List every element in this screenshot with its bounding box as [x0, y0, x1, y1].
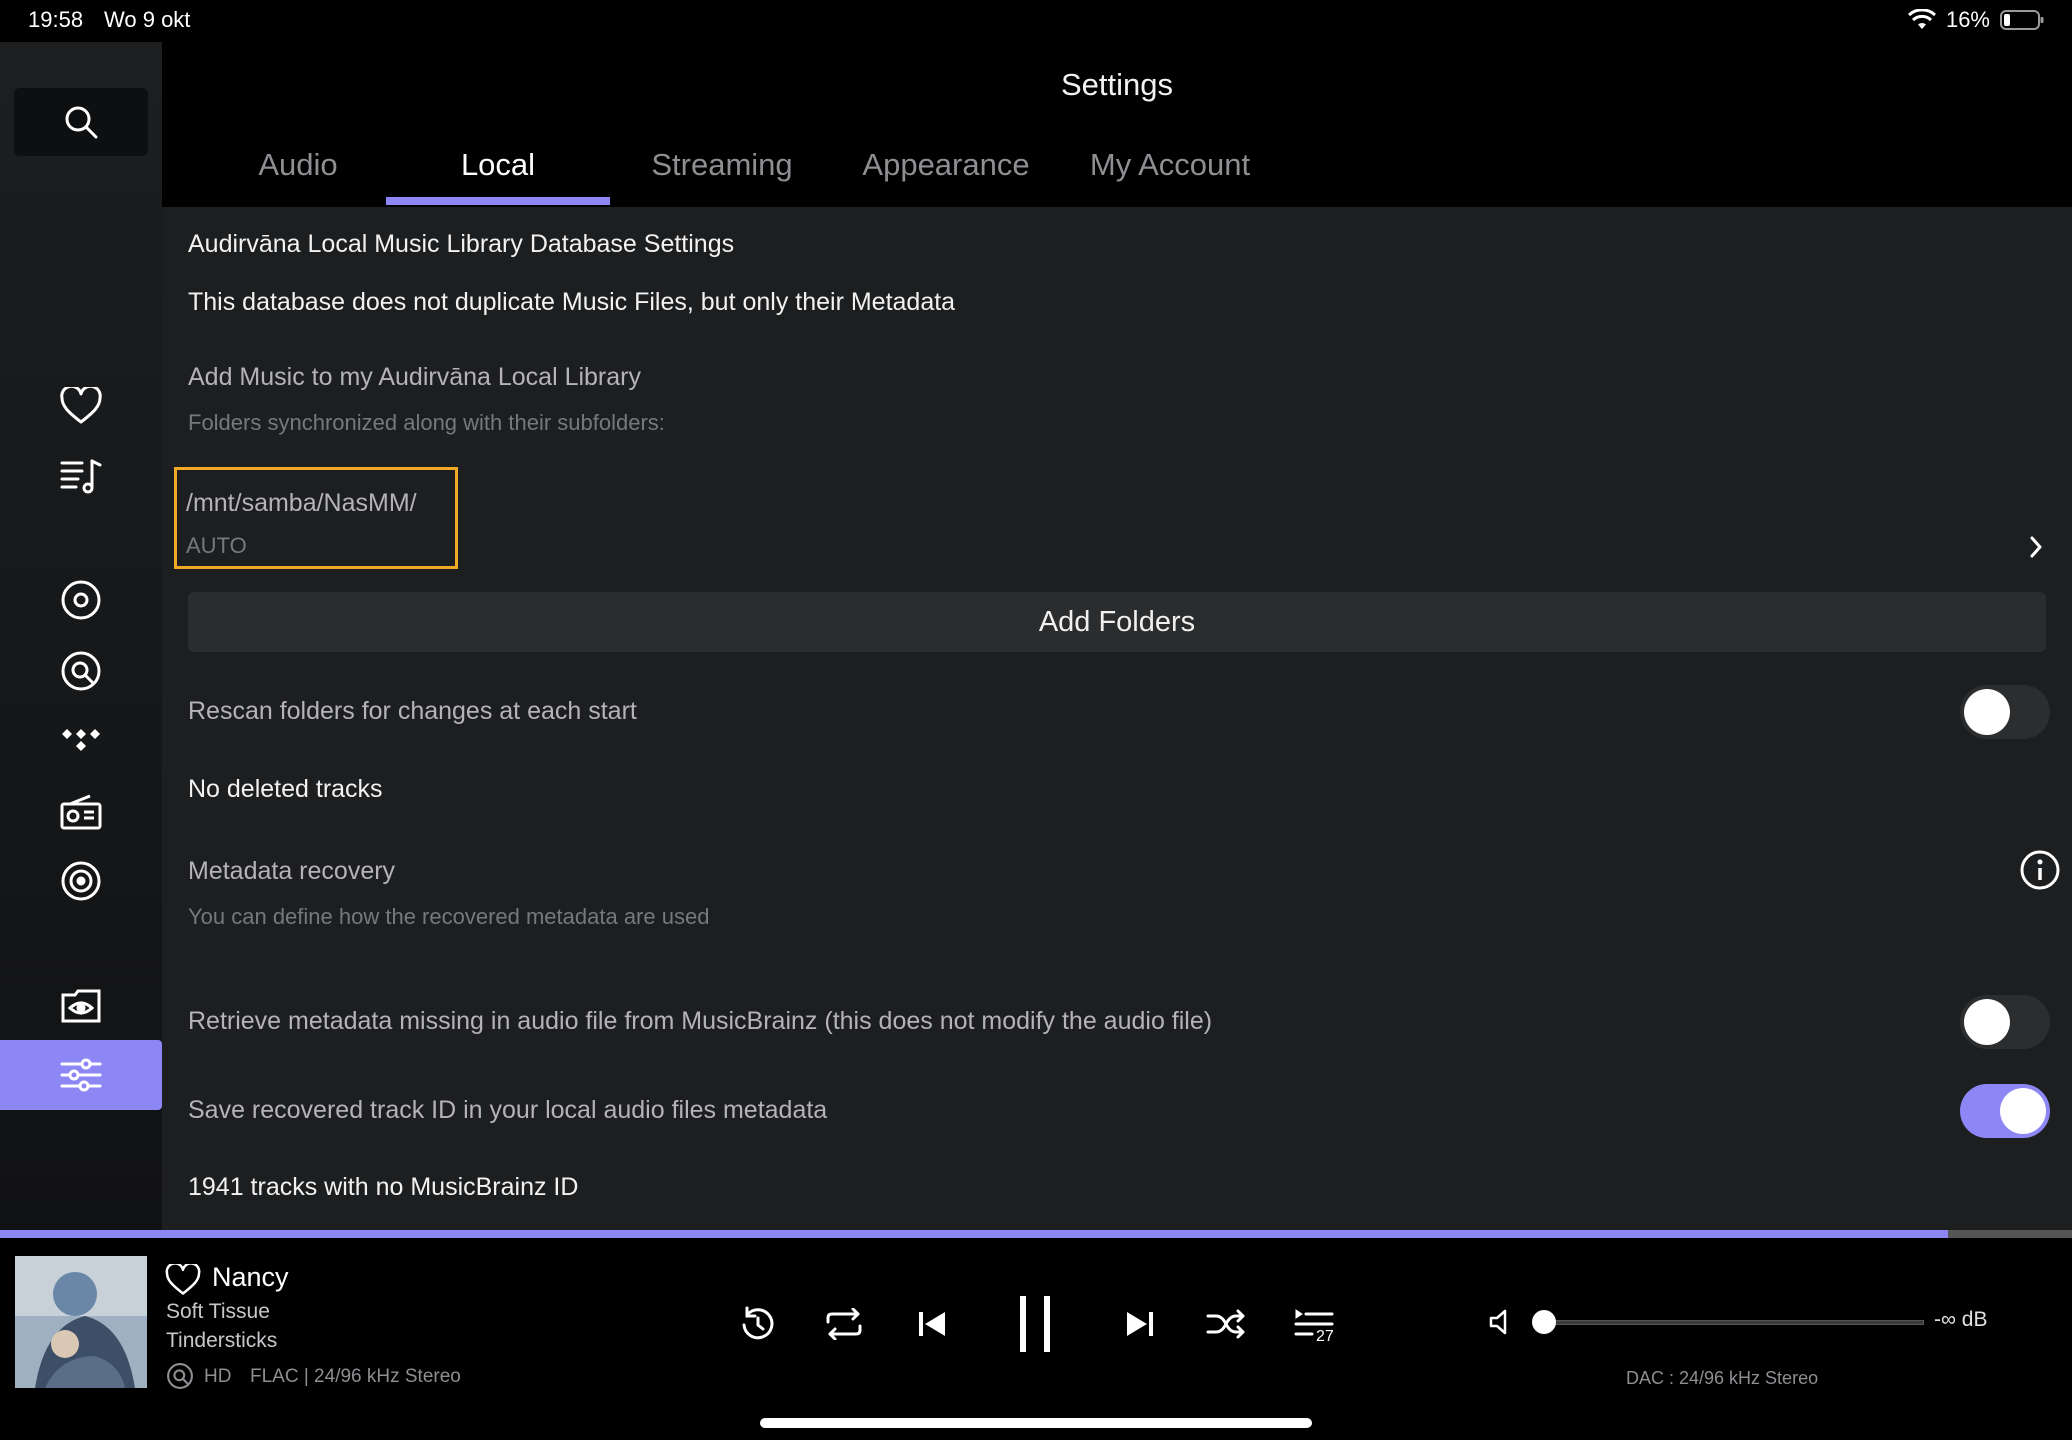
tab-local[interactable]: Local — [386, 147, 610, 183]
add-music-subtitle: Folders synchronized along with their su… — [188, 410, 665, 435]
no-musicbrainz-count: 1941 tracks with no MusicBrainz ID — [188, 1173, 579, 1201]
search-icon — [64, 105, 98, 139]
tab-my-account[interactable]: My Account — [1058, 147, 1282, 183]
status-indicators: 16% — [1907, 7, 2044, 33]
speaker-icon[interactable] — [1488, 1308, 1516, 1336]
retrieve-metadata-label: Retrieve metadata missing in audio file … — [188, 1007, 1213, 1035]
local-settings-panel: Audirvāna Local Music Library Database S… — [162, 207, 2072, 1232]
replay-button[interactable] — [736, 1302, 780, 1346]
next-track-button[interactable] — [1118, 1302, 1162, 1346]
sidebar-item-podcasts[interactable] — [51, 851, 111, 911]
pause-icon — [1017, 1294, 1053, 1354]
quality-badge: HD — [204, 1366, 232, 1387]
tab-streaming[interactable]: Streaming — [610, 147, 834, 183]
battery-icon — [2000, 9, 2044, 31]
volume-slider-knob[interactable] — [1532, 1310, 1556, 1334]
previous-track-button[interactable] — [910, 1302, 954, 1346]
shuffle-icon — [1206, 1309, 1246, 1339]
volume-slider[interactable] — [1544, 1320, 1924, 1325]
tab-appearance[interactable]: Appearance — [834, 147, 1058, 183]
track-format: FLAC | 24/96 kHz Stereo — [250, 1366, 461, 1387]
repeat-icon — [824, 1308, 864, 1340]
sidebar-item-qobuz[interactable] — [51, 641, 111, 701]
radio-icon — [60, 794, 102, 830]
dac-info: DAC : 24/96 kHz Stereo — [1626, 1368, 1819, 1388]
home-indicator[interactable] — [760, 1418, 1312, 1428]
battery-percent: 16% — [1945, 7, 1990, 32]
toggle-knob — [1964, 689, 2010, 735]
replay-icon — [739, 1305, 777, 1343]
db-settings-description: This database does not duplicate Music F… — [188, 288, 956, 316]
sidebar-item-watched-folders[interactable] — [51, 976, 111, 1036]
playback-progress-bar[interactable] — [0, 1230, 2072, 1238]
toggle-knob — [2000, 1088, 2046, 1134]
queue-count: 27 — [1316, 1328, 1334, 1345]
heart-icon — [60, 387, 102, 425]
rescan-label: Rescan folders for changes at each start — [188, 697, 637, 725]
add-folders-button[interactable]: Add Folders — [188, 592, 2046, 652]
metadata-recovery-subtitle: You can define how the recovered metadat… — [188, 904, 710, 929]
rescan-toggle[interactable] — [1960, 685, 2050, 739]
sidebar — [0, 42, 162, 1232]
active-tab-indicator — [386, 197, 610, 205]
skip-previous-icon — [917, 1309, 947, 1339]
volume-level: -∞ dB — [1934, 1308, 1988, 1331]
sidebar-item-radio[interactable] — [51, 782, 111, 842]
playlist-icon — [60, 457, 102, 495]
save-track-id-label: Save recovered track ID in your local au… — [188, 1096, 828, 1124]
settings-header: Settings Audio Local Streaming Appearanc… — [162, 42, 2072, 207]
album-cover[interactable] — [15, 1256, 147, 1388]
folder-path: /mnt/samba/NasMM/ — [186, 489, 417, 517]
sidebar-item-favorites[interactable] — [51, 376, 111, 436]
settings-sliders-icon — [60, 1058, 102, 1092]
skip-next-icon — [1125, 1309, 1155, 1339]
toggle-knob — [1964, 999, 2010, 1045]
sidebar-item-local-library[interactable] — [51, 570, 111, 630]
add-music-title: Add Music to my Audirvāna Local Library — [188, 363, 641, 391]
folder-item[interactable]: /mnt/samba/NasMM/ AUTO — [174, 467, 458, 569]
track-artist: Tindersticks — [166, 1329, 278, 1352]
track-album: Soft Tissue — [166, 1300, 270, 1323]
pause-button[interactable] — [1010, 1288, 1060, 1360]
db-settings-title: Audirvāna Local Music Library Database S… — [188, 230, 735, 258]
repeat-button[interactable] — [822, 1302, 866, 1346]
status-bar: 19:58 Wo 9 okt 16% — [0, 0, 2072, 42]
playback-progress-fill — [0, 1230, 1948, 1238]
qobuz-icon — [61, 651, 101, 691]
podcast-icon — [61, 861, 101, 901]
watch-folder-icon — [61, 989, 101, 1023]
sidebar-search-button[interactable] — [14, 88, 148, 156]
status-date: Wo 9 okt — [104, 7, 191, 32]
sidebar-item-settings[interactable] — [0, 1040, 162, 1110]
status-time: 19:58 — [28, 7, 84, 32]
page-title: Settings — [1060, 67, 1173, 102]
folder-sync-mode: AUTO — [186, 533, 247, 558]
favorite-heart-icon[interactable] — [165, 1264, 201, 1296]
shuffle-button[interactable] — [1204, 1302, 1248, 1346]
tab-audio[interactable]: Audio — [186, 147, 410, 183]
player-bar: Nancy Soft Tissue Tindersticks HD FLAC |… — [0, 1238, 2072, 1440]
save-track-id-toggle[interactable] — [1960, 1084, 2050, 1138]
retrieve-metadata-toggle[interactable] — [1960, 995, 2050, 1049]
folder-chevron-right-icon[interactable] — [2028, 535, 2044, 559]
wifi-icon — [1907, 9, 1936, 31]
metadata-recovery-title: Metadata recovery — [188, 857, 396, 885]
source-qobuz-icon — [166, 1362, 194, 1390]
sidebar-item-playlists[interactable] — [51, 446, 111, 506]
sidebar-item-tidal[interactable] — [51, 710, 111, 770]
local-disc-icon — [61, 580, 101, 620]
tidal-icon — [61, 725, 101, 755]
deleted-tracks-status: No deleted tracks — [188, 775, 383, 803]
info-icon[interactable] — [2020, 850, 2060, 890]
track-title: Nancy — [212, 1262, 289, 1292]
